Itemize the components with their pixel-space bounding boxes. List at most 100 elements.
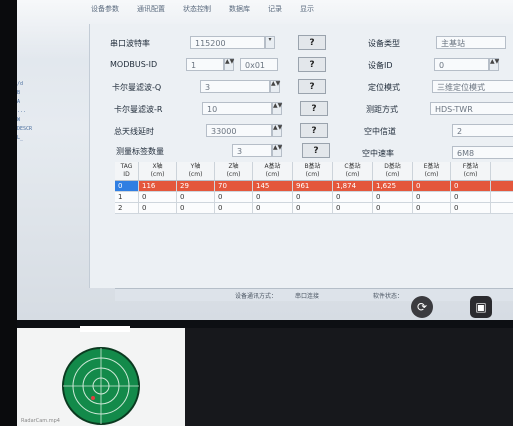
tag-count-label: 测量标签数量 [116,147,164,156]
kalman-r-stepper[interactable]: ▲▼ [272,102,282,115]
col-y: Y轴 (cm) [177,162,215,180]
antenna-delay-field[interactable]: 33000 [206,124,272,137]
modbus-hex-field[interactable]: 0x01 [240,58,278,71]
kalman-q-label: 卡尔曼滤波-Q [112,83,162,92]
code-line: L_ [17,135,24,141]
tab-bar: 设备参数 通讯配置 状态控制 数据库 记录 显示 [87,4,318,16]
kalman-q-stepper[interactable]: ▲▼ [270,80,280,93]
baud-label: 串口波特率 [110,39,150,48]
tab-3[interactable]: 状态控制 [179,4,215,16]
config-panel: 串口波特率 115200 ▾ ? MODBUS-ID 1 ▲▼ 0x01 ? 卡… [89,24,513,288]
cell: 2 [115,203,139,213]
table-row[interactable]: 1 0 0 0 0 0 0 0 0 0 [115,192,513,203]
col-d: D基站 (cm) [373,162,413,180]
cell: 1,625 [373,181,413,191]
camera-switch-icon[interactable]: ⟳ [411,296,433,318]
device-id-stepper[interactable]: ▲▼ [489,58,499,71]
tab-5[interactable]: 记录 [264,4,286,16]
cell: 1 [115,192,139,202]
tab-6[interactable]: 显示 [296,4,318,16]
help-button-baud[interactable]: ? [298,35,326,50]
left-dark-edge [0,0,17,426]
cell: 0 [451,181,491,191]
video-call-background [185,328,513,426]
air-rate-label: 空中速率 [362,149,394,158]
device-id-field[interactable]: 0 [434,58,489,71]
code-line: DESCR [17,126,33,132]
cell: 0 [177,203,215,213]
modbus-label: MODBUS-ID [110,60,158,69]
cell: 0 [253,203,293,213]
kalman-q-field[interactable]: 3 [200,80,270,93]
position-mode-label: 定位模式 [368,83,400,92]
tab-4[interactable]: 数据库 [225,4,254,16]
cell: 0 [451,192,491,202]
status-comm-value: 串口连接 [295,293,320,300]
cell: 0 [215,203,253,213]
cell: 0 [413,181,451,191]
radar-pointer [80,326,130,332]
modbus-stepper[interactable]: ▲▼ [224,58,234,71]
table-row[interactable]: 0 116 29 70 145 961 1,874 1,625 0 0 [115,181,513,192]
cell: 0 [139,203,177,213]
col-b: B基站 (cm) [293,162,333,180]
gallery-icon[interactable]: ▣ [470,296,492,318]
ranging-select[interactable]: HDS-TWR [430,102,513,115]
status-bar: 设备通讯方式： 串口连接 软件状态： [115,288,513,301]
air-channel-field[interactable]: 2 [452,124,513,137]
radar-preview[interactable]: RadarCam.mp4 [17,328,185,426]
cell: 0 [333,192,373,202]
cell: 0 [215,192,253,202]
cell: 0 [413,203,451,213]
col-tag-id: TAG ID [115,162,139,180]
radar-display-icon [62,347,140,425]
cell: 0 [293,203,333,213]
cell: 0 [373,203,413,213]
modbus-id-field[interactable]: 1 [186,58,224,71]
help-button-modbus[interactable]: ? [298,57,326,72]
col-c: C基站 (cm) [333,162,373,180]
col-e: E基站 (cm) [413,162,451,180]
tag-count-field[interactable]: 3 [232,144,272,157]
antenna-delay-label: 总天线延时 [114,127,154,136]
table-row[interactable]: 2 0 0 0 0 0 0 0 0 0 [115,203,513,214]
kalman-r-label: 卡尔曼滤波-R [114,105,163,114]
status-comm-label: 设备通讯方式： [235,293,278,300]
cell: 0 [253,192,293,202]
cell: 0 [413,192,451,202]
col-x: X轴 (cm) [139,162,177,180]
col-a: A基站 (cm) [253,162,293,180]
background-code-editor: /d B A ... W DESCR L_ [17,80,87,280]
antenna-delay-stepper[interactable]: ▲▼ [272,124,282,137]
cell: 0 [451,203,491,213]
cell: 70 [215,181,253,191]
device-type-label: 设备类型 [368,39,400,48]
tag-count-stepper[interactable]: ▲▼ [272,144,282,157]
help-button-antenna[interactable]: ? [300,123,328,138]
code-line: B [17,90,21,96]
position-mode-select[interactable]: 三维定位模式 [432,80,513,93]
cell: 0 [333,203,373,213]
col-f: F基站 (cm) [451,162,491,180]
help-button-tag-count[interactable]: ? [302,143,330,158]
radar-file-label: RadarCam.mp4 [21,418,60,424]
cell: 1,874 [333,181,373,191]
tab-2[interactable]: 通讯配置 [133,4,169,16]
tag-data-table: TAG ID X轴 (cm) Y轴 (cm) Z轴 (cm) A基站 (cm) B基站 (c… [115,162,513,214]
air-rate-field[interactable]: 6M8 [452,146,513,159]
ranging-label: 测距方式 [366,105,398,114]
device-type-select[interactable]: 主基站 [436,36,506,49]
help-button-kalman-q[interactable]: ? [298,79,326,94]
baud-dropdown[interactable]: ▾ [265,36,275,49]
kalman-r-field[interactable]: 10 [202,102,272,115]
cell: 0 [293,192,333,202]
cell: 116 [139,181,177,191]
code-line: W [17,117,21,123]
cell: 145 [253,181,293,191]
tab-1[interactable]: 设备参数 [87,4,123,16]
baud-field[interactable]: 115200 [190,36,265,49]
help-button-kalman-r[interactable]: ? [300,101,328,116]
air-channel-label: 空中信道 [364,127,396,136]
col-z: Z轴 (cm) [215,162,253,180]
cell: 0 [373,192,413,202]
